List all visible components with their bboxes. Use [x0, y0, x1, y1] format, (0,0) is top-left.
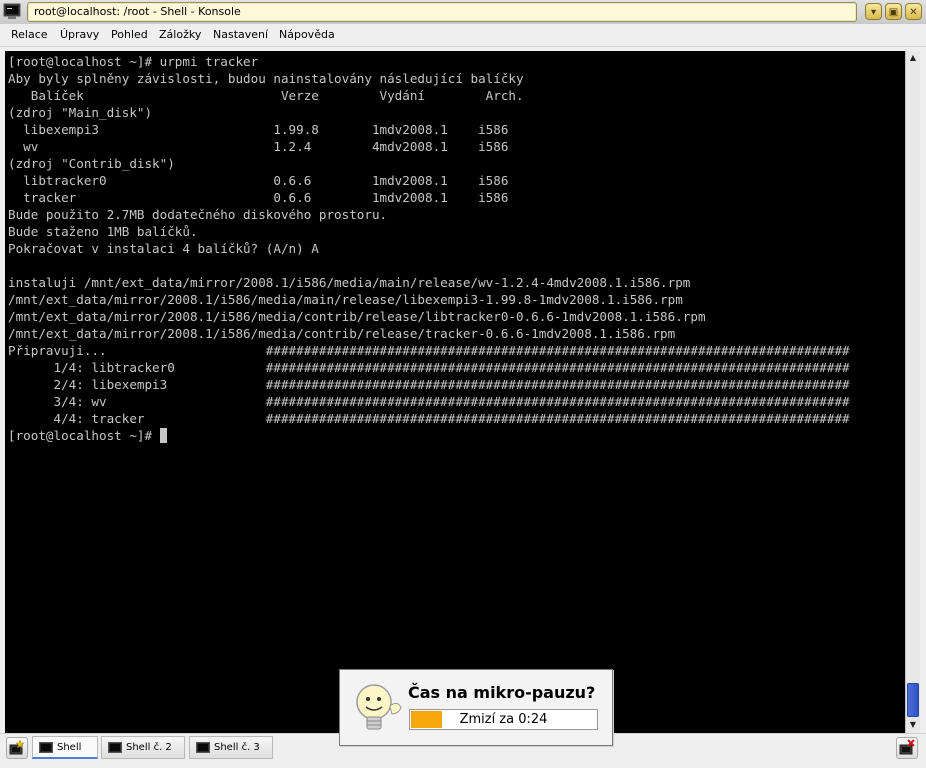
terminal-line: (zdroj "Main_disk")	[8, 105, 153, 120]
terminal-line: Pokračovat v instalaci 4 balíčků? (A/n) …	[8, 241, 319, 256]
menu-upravy[interactable]: Úpravy	[60, 28, 99, 41]
lightbulb-face-icon	[356, 684, 402, 730]
menu-relace[interactable]: Relace	[11, 28, 48, 41]
tab-label: Shell č. 2	[126, 742, 172, 753]
tab-label: Shell č. 3	[214, 742, 260, 753]
micro-break-notification[interactable]: Čas na mikro-pauzu? Zmizí za 0:24	[339, 669, 613, 746]
minimize-icon: ▾	[870, 7, 877, 18]
notification-title: Čas na mikro-pauzu?	[408, 683, 596, 702]
terminal-line: 2/4: libexempi3 ########################…	[8, 377, 850, 392]
minimize-button[interactable]: ▾	[865, 3, 882, 20]
terminal-line: Bude staženo 1MB balíčků.	[8, 224, 198, 239]
menu-bar: Relace Úpravy Pohled Záložky Nastavení N…	[0, 24, 926, 47]
terminal-line: /mnt/ext_data/mirror/2008.1/i586/media/c…	[8, 326, 676, 341]
scroll-up-button[interactable]: ▲	[906, 51, 920, 65]
terminal-tab-icon	[108, 742, 122, 753]
terminal-line: 1/4: libtracker0 #######################…	[8, 360, 850, 375]
countdown-progress-bar: Zmizí za 0:24	[409, 709, 598, 730]
new-session-button[interactable]	[6, 737, 28, 759]
menu-pohled[interactable]: Pohled	[111, 28, 148, 41]
close-icon: ✕	[909, 7, 918, 18]
close-session-icon	[899, 739, 915, 755]
maximize-button[interactable]: ▣	[885, 3, 902, 20]
terminal-line: 4/4: tracker ###########################…	[8, 411, 850, 426]
scroll-up-arrow-icon: ▲	[909, 53, 917, 62]
close-session-button[interactable]	[896, 737, 918, 759]
window-title-text: root@localhost: /root - Shell - Konsole	[34, 5, 241, 18]
scrollbar-thumb[interactable]	[907, 683, 919, 717]
terminal-line: libtracker0 0.6.6 1mdv2008.1 i586	[8, 173, 509, 188]
terminal-line: wv 1.2.4 4mdv2008.1 i586	[8, 139, 509, 154]
konsole-app-icon[interactable]	[3, 3, 21, 20]
maximize-icon: ▣	[888, 7, 899, 18]
terminal-line: Balíček Verze Vydání Arch.	[8, 88, 524, 103]
close-button[interactable]: ✕	[905, 3, 922, 20]
terminal-scrollbar[interactable]: ▲ ▼	[905, 51, 920, 733]
tab-shell[interactable]: Shell	[32, 736, 98, 759]
title-bar[interactable]: root@localhost: /root - Shell - Konsole …	[0, 0, 926, 25]
new-session-icon	[9, 739, 25, 755]
terminal-line: 3/4: wv ################################…	[8, 394, 850, 409]
tab-label: Shell	[57, 742, 82, 753]
menu-napoveda[interactable]: Nápověda	[279, 28, 335, 41]
scroll-down-button[interactable]: ▼	[906, 718, 920, 732]
countdown-label: Zmizí za 0:24	[459, 712, 548, 727]
terminal-tab-icon	[196, 742, 210, 753]
terminal-output: [root@localhost ~]# urpmi tracker Aby by…	[8, 53, 850, 444]
window-title: root@localhost: /root - Shell - Konsole	[27, 2, 857, 22]
terminal-line: tracker 0.6.6 1mdv2008.1 i586	[8, 190, 509, 205]
terminal-line: /mnt/ext_data/mirror/2008.1/i586/media/c…	[8, 309, 706, 324]
terminal-prompt: [root@localhost ~]#	[8, 428, 160, 443]
terminal-line: Bude použito 2.7MB dodatečného diskového…	[8, 207, 388, 222]
terminal-line: instaluji /mnt/ext_data/mirror/2008.1/i5…	[8, 275, 691, 290]
terminal-line: [root@localhost ~]# urpmi tracker	[8, 54, 259, 69]
terminal-line: Aby byly splněny závislosti, budou nains…	[8, 71, 524, 86]
terminal-line: (zdroj "Contrib_disk")	[8, 156, 175, 171]
terminal-cursor	[159, 428, 167, 443]
scroll-down-arrow-icon: ▼	[909, 720, 917, 729]
menu-nastaveni[interactable]: Nastavení	[213, 28, 268, 41]
tab-shell-2[interactable]: Shell č. 2	[101, 736, 185, 759]
terminal-line: libexempi3 1.99.8 1mdv2008.1 i586	[8, 122, 509, 137]
tab-shell-3[interactable]: Shell č. 3	[189, 736, 273, 759]
terminal-line: Připravuji... ##########################…	[8, 343, 850, 358]
menu-zalozky[interactable]: Záložky	[159, 28, 201, 41]
terminal-line: /mnt/ext_data/mirror/2008.1/i586/media/m…	[8, 292, 683, 307]
terminal-tab-icon	[39, 742, 53, 753]
terminal-view[interactable]: [root@localhost ~]# urpmi tracker Aby by…	[5, 51, 905, 733]
